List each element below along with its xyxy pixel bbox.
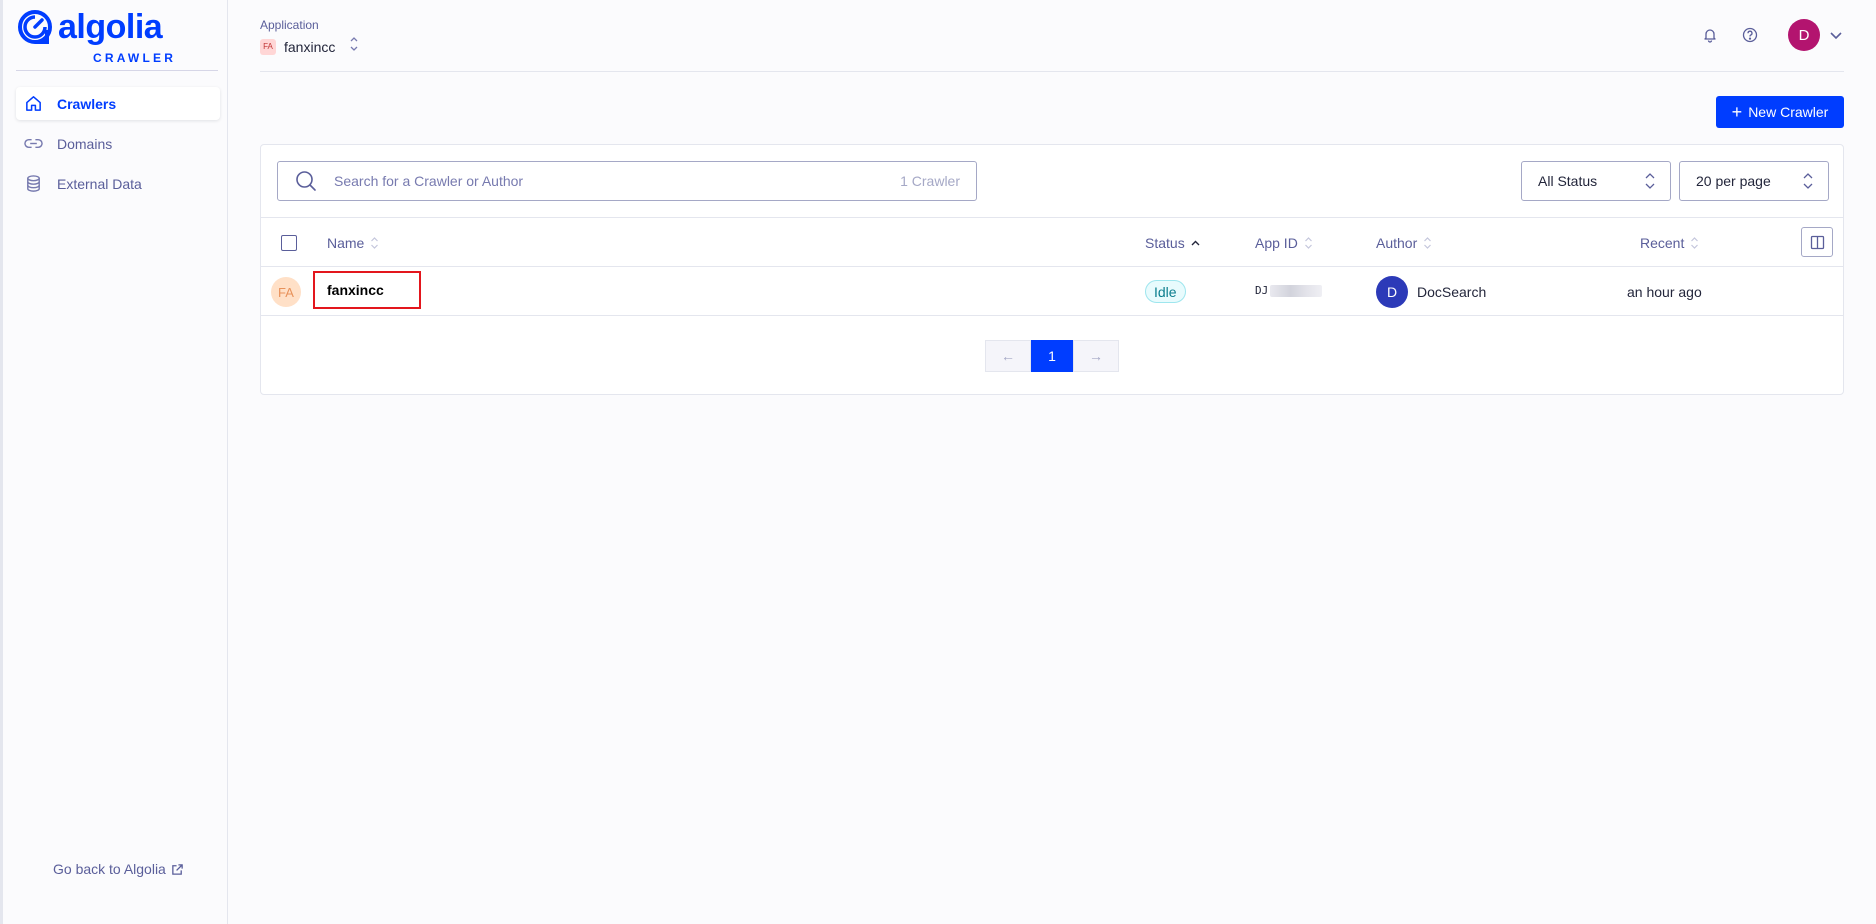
link-icon bbox=[24, 138, 43, 149]
search-box[interactable]: 1 Crawler bbox=[277, 161, 977, 201]
new-crawler-button[interactable]: + New Crawler bbox=[1716, 96, 1844, 128]
sidebar-nav: Crawlers Domains External Data bbox=[16, 87, 220, 207]
sort-icon bbox=[371, 237, 379, 249]
logo-product-name: CRAWLER bbox=[93, 51, 177, 65]
previous-page-button[interactable]: ← bbox=[985, 340, 1031, 372]
column-header-recent[interactable]: Recent bbox=[1640, 235, 1699, 251]
author-cell: D DocSearch bbox=[1376, 276, 1486, 308]
page-1-button[interactable]: 1 bbox=[1031, 340, 1073, 372]
algolia-logo[interactable]: algolia CRAWLER bbox=[16, 8, 216, 65]
sort-icon bbox=[1691, 237, 1699, 249]
search-icon bbox=[296, 171, 316, 191]
column-header-status[interactable]: Status bbox=[1145, 235, 1200, 251]
columns-icon bbox=[1810, 235, 1824, 249]
user-avatar[interactable]: D bbox=[1788, 19, 1820, 51]
status-filter-select[interactable]: All Status bbox=[1521, 161, 1671, 201]
column-author-label: Author bbox=[1376, 235, 1418, 251]
help-button[interactable] bbox=[1740, 25, 1760, 45]
database-icon bbox=[27, 175, 40, 192]
external-link-icon bbox=[172, 863, 183, 875]
algolia-mark-icon bbox=[18, 10, 52, 44]
go-back-to-algolia-link[interactable]: Go back to Algolia bbox=[53, 861, 184, 877]
status-filter-value: All Status bbox=[1538, 173, 1598, 189]
author-avatar: D bbox=[1376, 276, 1408, 308]
sort-icon bbox=[1304, 237, 1312, 249]
sidebar-item-label: External Data bbox=[57, 175, 142, 192]
column-settings-button[interactable] bbox=[1801, 227, 1833, 257]
sort-ascending-icon bbox=[1191, 240, 1200, 246]
app-badge: FA bbox=[260, 38, 276, 55]
chevron-down-icon[interactable] bbox=[1828, 27, 1844, 43]
sidebar-item-domains[interactable]: Domains bbox=[16, 127, 220, 160]
app-id-cell: DJ bbox=[1255, 284, 1323, 297]
crawlers-card: 1 Crawler All Status 20 per page Name St… bbox=[260, 144, 1844, 395]
column-appid-label: App ID bbox=[1255, 235, 1298, 251]
app-id-redacted bbox=[1270, 284, 1323, 297]
sidebar-divider bbox=[16, 70, 218, 71]
sidebar-item-external-data[interactable]: External Data bbox=[16, 167, 220, 200]
status-badge: Idle bbox=[1145, 280, 1186, 303]
recent-activity: an hour ago bbox=[1627, 284, 1702, 300]
crawler-count: 1 Crawler bbox=[900, 173, 960, 189]
header-actions: D bbox=[1700, 19, 1844, 51]
per-page-value: 20 per page bbox=[1696, 173, 1771, 189]
author-name: DocSearch bbox=[1417, 284, 1487, 300]
per-page-select[interactable]: 20 per page bbox=[1679, 161, 1829, 201]
chevron-up-down-icon bbox=[1645, 173, 1655, 189]
table-header: Name Status App ID Author Recent bbox=[261, 217, 1843, 267]
table-row[interactable]: FA fanxincc Idle DJ D DocSearch an hour … bbox=[261, 267, 1843, 316]
bell-icon bbox=[1704, 29, 1716, 43]
column-name-label: Name bbox=[327, 235, 365, 251]
sidebar-item-crawlers[interactable]: Crawlers bbox=[16, 87, 220, 120]
crawler-avatar: FA bbox=[271, 277, 301, 307]
application-name: fanxincc bbox=[284, 38, 336, 55]
home-icon bbox=[26, 96, 41, 111]
crawler-name-link[interactable]: fanxincc bbox=[313, 271, 421, 309]
app-root: algolia CRAWLER Crawlers Domains Externa… bbox=[0, 0, 1876, 924]
sidebar-item-label: Crawlers bbox=[57, 95, 117, 112]
app-id-value: DJ bbox=[1255, 284, 1269, 297]
column-status-label: Status bbox=[1145, 235, 1185, 251]
column-header-app-id[interactable]: App ID bbox=[1255, 235, 1313, 251]
logo-wordmark: algolia bbox=[58, 8, 163, 46]
plus-icon: + bbox=[1731, 102, 1743, 122]
help-icon bbox=[1742, 27, 1758, 43]
column-recent-label: Recent bbox=[1640, 235, 1685, 251]
sort-icon bbox=[1424, 237, 1432, 249]
top-header: Application FA fanxincc D bbox=[260, 0, 1844, 72]
pagination: ← 1 → bbox=[985, 340, 1119, 372]
sidebar: algolia CRAWLER Crawlers Domains Externa… bbox=[0, 0, 228, 924]
select-all-checkbox[interactable] bbox=[281, 235, 297, 251]
sidebar-item-label: Domains bbox=[57, 135, 113, 152]
chevron-up-down-icon bbox=[1803, 173, 1813, 189]
notifications-button[interactable] bbox=[1700, 25, 1720, 45]
application-selector[interactable]: FA fanxincc bbox=[260, 35, 359, 58]
search-input[interactable] bbox=[334, 173, 901, 189]
back-link-label: Go back to Algolia bbox=[53, 861, 166, 877]
chevron-up-down-icon bbox=[349, 35, 359, 58]
next-page-button[interactable]: → bbox=[1073, 340, 1119, 372]
column-header-name[interactable]: Name bbox=[327, 235, 379, 251]
column-header-author[interactable]: Author bbox=[1376, 235, 1432, 251]
application-label: Application bbox=[260, 18, 319, 32]
new-crawler-label: New Crawler bbox=[1748, 104, 1829, 120]
